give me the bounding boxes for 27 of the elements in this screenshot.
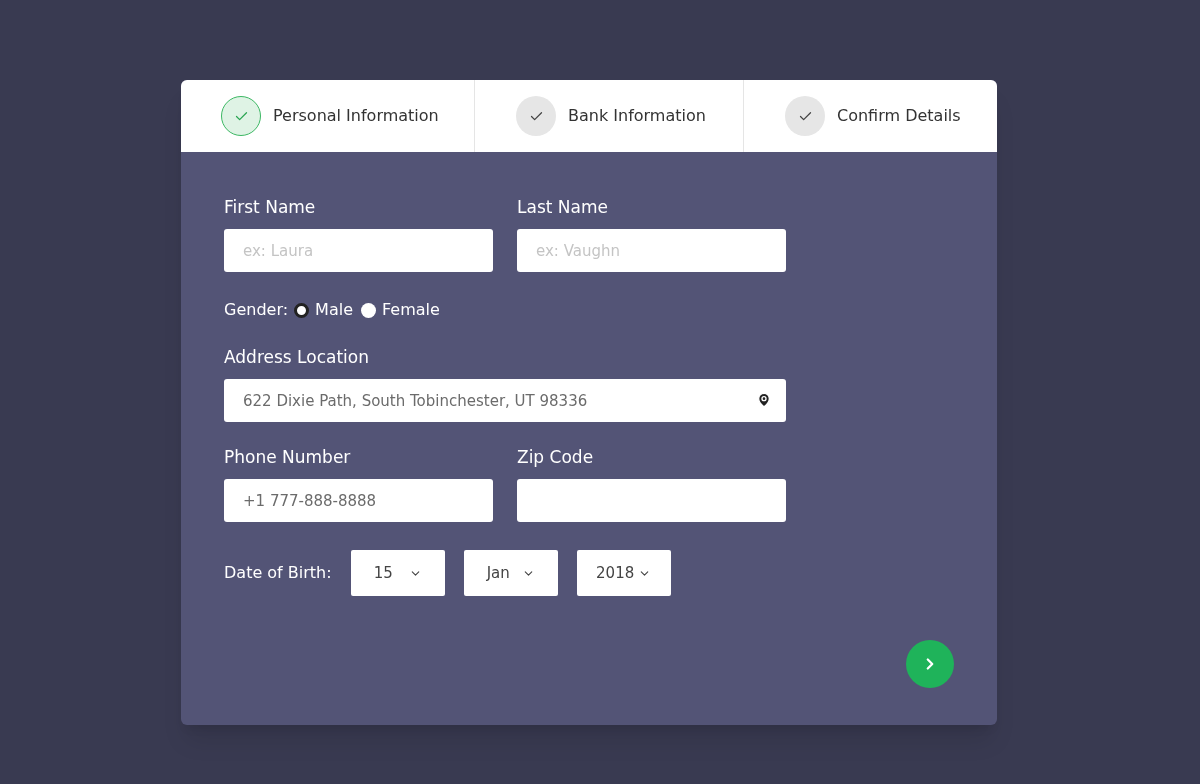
check-icon — [516, 96, 556, 136]
date-select[interactable]: 2018 — [576, 550, 671, 596]
step-tab[interactable]: Confirm Details — [743, 80, 997, 152]
step-tab[interactable]: Bank Information — [474, 80, 743, 152]
birth-label: Date of Birth: — [224, 562, 332, 584]
date-select[interactable]: 15 — [350, 550, 445, 596]
next-button[interactable] — [906, 640, 954, 688]
location-pin-icon — [756, 392, 772, 408]
input-field[interactable]: 622 Dixie Path, South Tobinchester, UT 98336 — [224, 379, 786, 422]
input-field[interactable]: ex: Laura — [224, 229, 493, 272]
field-label: Address Location — [224, 346, 370, 368]
input-field[interactable]: ex: Vaughn — [517, 229, 786, 272]
date-select[interactable]: Jan — [463, 550, 558, 596]
radio-button[interactable] — [361, 302, 376, 318]
check-icon — [785, 96, 825, 136]
field-label: First Name — [224, 196, 317, 218]
step-tab[interactable]: Personal Information — [181, 80, 474, 152]
radio-button[interactable] — [294, 302, 310, 318]
field-label: Phone Number — [224, 446, 352, 468]
radio-label: Female — [382, 299, 440, 321]
field-label: Zip Code — [517, 446, 595, 468]
input-field[interactable] — [517, 479, 786, 522]
check-icon — [221, 96, 261, 136]
radio-label: Male — [315, 299, 353, 321]
gender-label: Gender: — [224, 299, 289, 321]
input-field[interactable]: +1 777-888-8888 — [224, 479, 493, 522]
field-label: Last Name — [517, 196, 609, 218]
